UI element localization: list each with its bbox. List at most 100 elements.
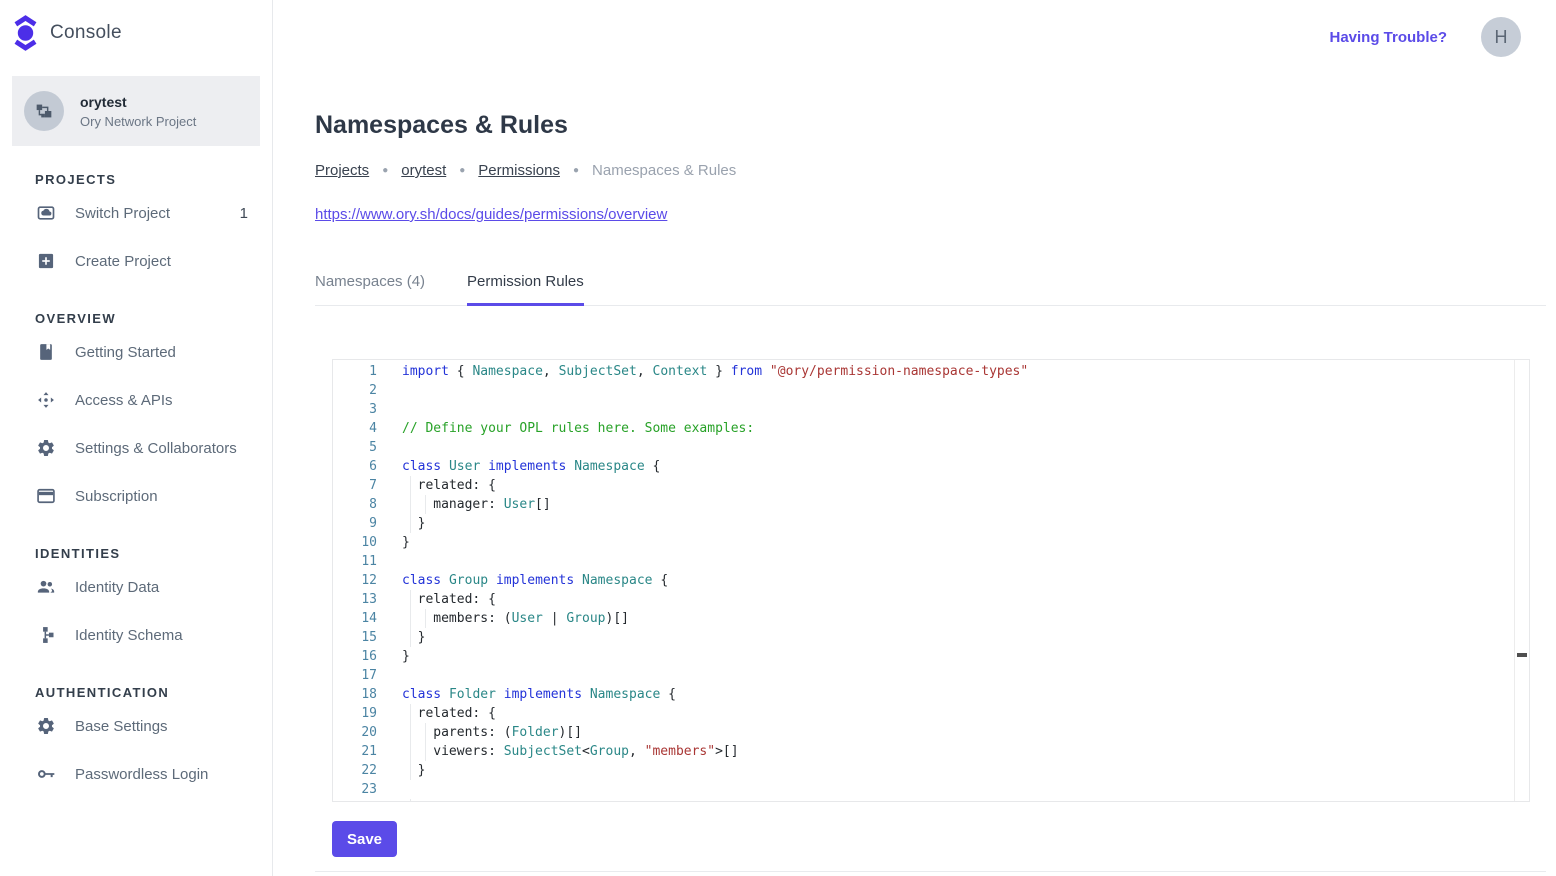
- code-line: 11: [333, 552, 1514, 571]
- indent-guide: [402, 799, 418, 801]
- breadcrumb-projects[interactable]: Projects: [315, 162, 369, 179]
- line-number: 3: [333, 400, 377, 419]
- sidebar-item-access-apis[interactable]: Access & APIs: [0, 376, 272, 424]
- line-number: 18: [333, 685, 377, 704]
- code-line: 8manager: User[]: [333, 495, 1514, 514]
- line-number: 24: [333, 799, 377, 801]
- cloud-project-icon: [36, 203, 56, 223]
- sidebar-item-subscription[interactable]: Subscription: [0, 472, 272, 520]
- sidebar-item-switch-project[interactable]: Switch Project1: [0, 189, 272, 237]
- line-number: 12: [333, 571, 377, 590]
- indent-guide: [402, 628, 418, 647]
- sidebar-item-getting-started[interactable]: Getting Started: [0, 328, 272, 376]
- breadcrumb-orytest[interactable]: orytest: [401, 162, 446, 179]
- tab-namespaces-4[interactable]: Namespaces (4): [315, 273, 425, 306]
- people-icon: [36, 577, 56, 597]
- tab-permission-rules[interactable]: Permission Rules: [467, 273, 584, 306]
- sidebar-item-label: Getting Started: [75, 344, 176, 361]
- line-number: 1: [333, 362, 377, 381]
- main-area: Having Trouble? H Namespaces & Rules Pro…: [273, 0, 1556, 876]
- indent-guide: [418, 495, 434, 514]
- breadcrumb: Projects●orytest●Permissions●Namespaces …: [315, 162, 1546, 179]
- line-number: 9: [333, 514, 377, 533]
- sidebar-item-label: Passwordless Login: [75, 766, 208, 783]
- indent-guide: [402, 495, 418, 514]
- code-line: 17: [333, 666, 1514, 685]
- line-number: 21: [333, 742, 377, 761]
- project-card[interactable]: orytest Ory Network Project: [12, 76, 260, 146]
- app-name: Console: [50, 22, 122, 44]
- code-line: 2: [333, 381, 1514, 400]
- sidebar-item-label: Subscription: [75, 488, 158, 505]
- sidebar-item-label: Base Settings: [75, 718, 168, 735]
- indent-guide: [402, 704, 418, 723]
- sidebar-item-base-settings[interactable]: Base Settings: [0, 702, 272, 750]
- sitemap-icon: [24, 91, 64, 131]
- section-label-authentication: AUTHENTICATION: [0, 685, 272, 702]
- code-line: 15}: [333, 628, 1514, 647]
- code-line: 22}: [333, 761, 1514, 780]
- page-content: Namespaces & Rules Projects●orytest●Perm…: [273, 74, 1556, 876]
- code-line: 1import { Namespace, SubjectSet, Context…: [333, 362, 1514, 381]
- indent-guide: [402, 723, 418, 742]
- project-name: orytest: [80, 94, 196, 110]
- gear-icon: [36, 716, 56, 736]
- sidebar-item-identity-data[interactable]: Identity Data: [0, 563, 272, 611]
- indent-guide: [402, 514, 418, 533]
- code-area[interactable]: 1import { Namespace, SubjectSet, Context…: [333, 360, 1514, 801]
- scrollbar-thumb[interactable]: [1517, 653, 1527, 657]
- code-line: 21viewers: SubjectSet<Group, "members">[…: [333, 742, 1514, 761]
- code-editor[interactable]: 1import { Namespace, SubjectSet, Context…: [332, 359, 1530, 802]
- key-icon: [36, 764, 56, 784]
- code-line: 14members: (User | Group)[]: [333, 609, 1514, 628]
- sidebar-item-label: Identity Schema: [75, 627, 183, 644]
- line-number: 4: [333, 419, 377, 438]
- line-number: 14: [333, 609, 377, 628]
- line-number: 19: [333, 704, 377, 723]
- sidebar-sections: PROJECTSSwitch Project1Create ProjectOVE…: [0, 172, 272, 798]
- indent-guide: [418, 742, 434, 761]
- line-number: 22: [333, 761, 377, 780]
- line-number: 23: [333, 780, 377, 799]
- sidebar-item-passwordless-login[interactable]: Passwordless Login: [0, 750, 272, 798]
- breadcrumb-separator: ●: [382, 165, 388, 176]
- sidebar-item-identity-schema[interactable]: Identity Schema: [0, 611, 272, 659]
- schema-icon: [36, 625, 56, 645]
- user-avatar[interactable]: H: [1481, 17, 1521, 57]
- breadcrumb-permissions[interactable]: Permissions: [478, 162, 560, 179]
- code-line: 4// Define your OPL rules here. Some exa…: [333, 419, 1514, 438]
- having-trouble-link[interactable]: Having Trouble?: [1329, 29, 1447, 46]
- indent-guide: [402, 761, 418, 780]
- app-logo-home-link[interactable]: Console: [0, 0, 272, 62]
- item-badge: 1: [240, 205, 248, 222]
- page-title: Namespaces & Rules: [315, 111, 1546, 140]
- code-line: 7related: {: [333, 476, 1514, 495]
- code-line: 20parents: (Folder)[]: [333, 723, 1514, 742]
- code-line: 10}: [333, 533, 1514, 552]
- save-button[interactable]: Save: [332, 821, 397, 857]
- line-number: 20: [333, 723, 377, 742]
- tabs: Namespaces (4) Permission Rules: [315, 273, 1546, 306]
- code-line: 3: [333, 400, 1514, 419]
- code-line: 16}: [333, 647, 1514, 666]
- sidebar-item-create-project[interactable]: Create Project: [0, 237, 272, 285]
- line-number: 13: [333, 590, 377, 609]
- line-number: 6: [333, 457, 377, 476]
- code-line: 24permits = {: [333, 799, 1514, 801]
- code-line: 6class User implements Namespace {: [333, 457, 1514, 476]
- code-line: 18class Folder implements Namespace {: [333, 685, 1514, 704]
- section-label-overview: OVERVIEW: [0, 311, 272, 328]
- sidebar-item-label: Access & APIs: [75, 392, 173, 409]
- breadcrumb-namespaces-rules: Namespaces & Rules: [592, 162, 736, 179]
- book-icon: [36, 342, 56, 362]
- docs-link[interactable]: https://www.ory.sh/docs/guides/permissio…: [315, 206, 667, 223]
- line-number: 7: [333, 476, 377, 495]
- line-number: 11: [333, 552, 377, 571]
- line-number: 2: [333, 381, 377, 400]
- sidebar-item-settings-collaborators[interactable]: Settings & Collaborators: [0, 424, 272, 472]
- project-type: Ory Network Project: [80, 114, 196, 129]
- sidebar-item-label: Settings & Collaborators: [75, 440, 237, 457]
- credit-card-icon: [36, 486, 56, 506]
- editor-scrollbar[interactable]: [1514, 360, 1529, 801]
- indent-guide: [402, 590, 418, 609]
